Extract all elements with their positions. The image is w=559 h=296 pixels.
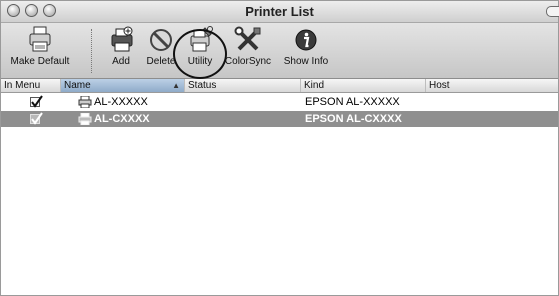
delete-button[interactable]: Delete [144,25,178,67]
printer-list-window: Printer List Make Default Add Delete Uti… [0,0,559,296]
highlight-circle [173,29,227,79]
toolbar-toggle-button[interactable] [546,6,559,17]
info-icon [295,29,317,51]
in-menu-checkbox[interactable] [30,95,43,108]
printer-name: AL-CXXXX [94,113,150,125]
sort-ascending-icon: ▲ [172,81,180,90]
printer-icon [78,113,92,125]
printer-add-icon [111,26,133,52]
table-row[interactable]: AL-XXXXX EPSON AL-XXXXX [1,94,558,110]
column-header-in-menu[interactable]: In Menu [1,79,61,92]
show-info-label: Show Info [283,56,329,67]
make-default-button[interactable]: Make Default [5,25,75,67]
title-bar: Printer List [1,1,559,23]
colorsync-label: ColorSync [224,56,272,67]
printer-default-icon [29,26,51,52]
checkmark-icon [31,95,43,108]
table-row[interactable]: AL-CXXXX EPSON AL-CXXXX [1,111,558,127]
no-entry-icon [150,29,172,51]
checkmark-icon [31,112,43,125]
in-menu-checkbox[interactable] [30,112,43,125]
column-header-name[interactable]: Name ▲ [61,79,185,92]
column-header-name-label: Name [64,80,91,91]
table-header: In Menu Name ▲ Status Kind Host [1,79,558,93]
add-button[interactable]: Add [105,25,137,67]
toolbar: Make Default Add Delete Utility ColorSyn… [1,23,558,79]
column-header-kind[interactable]: Kind [301,79,426,92]
window-title: Printer List [245,4,314,19]
printer-name: AL-XXXXX [94,96,148,108]
show-info-button[interactable]: Show Info [281,25,331,67]
column-header-status[interactable]: Status [185,79,301,92]
column-header-host[interactable]: Host [426,79,559,92]
make-default-label: Make Default [10,56,70,67]
toolbar-divider [91,29,92,73]
colorsync-button[interactable]: ColorSync [221,25,275,67]
add-label: Add [112,56,130,67]
printer-kind: EPSON AL-CXXXX [305,113,402,125]
printer-kind: EPSON AL-XXXXX [305,96,400,108]
printer-icon [78,96,92,108]
colorsync-tools-icon [234,26,261,51]
